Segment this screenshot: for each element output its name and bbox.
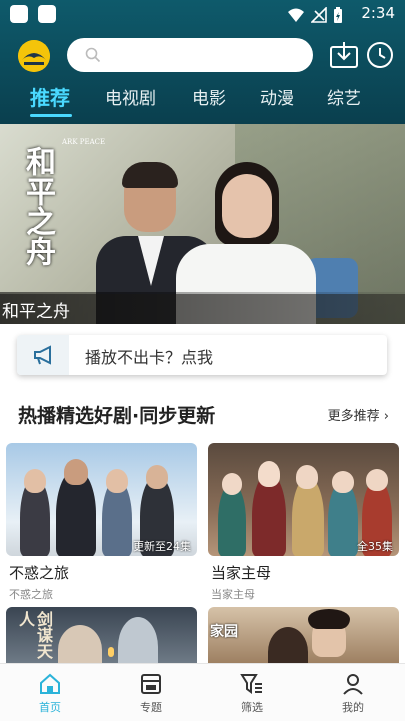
app-logo-icon[interactable] bbox=[18, 40, 50, 72]
banner-title-art: 和平之舟 bbox=[20, 146, 55, 266]
status-icons bbox=[287, 6, 343, 24]
drama-poster: 更新至24集 bbox=[6, 443, 197, 556]
banner-caption-bar: 和平之舟 bbox=[0, 292, 405, 324]
tab-profile-label: 我的 bbox=[342, 701, 364, 714]
poster-title-art: 家园 bbox=[210, 624, 238, 640]
drama-poster: 全35集 bbox=[208, 443, 399, 556]
download-icon bbox=[330, 42, 358, 68]
notification-icon bbox=[10, 5, 28, 23]
filter-icon bbox=[240, 674, 262, 694]
playback-help-notice[interactable]: 播放不出卡？点我 bbox=[17, 335, 387, 375]
drama-subtitle: 不惑之旅 bbox=[9, 588, 53, 601]
search-input[interactable] bbox=[67, 38, 313, 72]
poster-title-art: 剑谋天人 bbox=[16, 611, 53, 659]
no-signal-icon bbox=[311, 7, 327, 23]
battery-icon bbox=[334, 6, 342, 23]
notification-icon bbox=[38, 5, 56, 23]
category-tabs: 推荐 电视剧 电影 动漫 综艺 bbox=[0, 84, 405, 120]
tab-home-label: 首页 bbox=[39, 701, 61, 714]
megaphone-icon bbox=[34, 345, 51, 365]
episode-badge: 全35集 bbox=[357, 540, 393, 553]
history-clock-icon bbox=[367, 42, 393, 68]
section-title: 热播精选好剧·同步更新 bbox=[18, 405, 216, 427]
tab-topics-label: 专题 bbox=[140, 701, 162, 714]
drama-subtitle: 当家主母 bbox=[211, 588, 255, 601]
drama-card[interactable]: 更新至24集 不惑之旅 不惑之旅 bbox=[6, 443, 197, 603]
tab-indicator bbox=[30, 114, 72, 117]
download-button[interactable] bbox=[329, 40, 359, 70]
more-recommend-link[interactable]: 更多推荐 › bbox=[328, 405, 389, 424]
search-icon bbox=[85, 47, 101, 63]
tab-profile[interactable]: 我的 bbox=[313, 664, 393, 721]
bottom-tab-bar: 首页 专题 筛选 我的 bbox=[0, 663, 405, 721]
tab-home[interactable]: 首页 bbox=[10, 664, 90, 721]
profile-icon bbox=[343, 674, 363, 695]
drama-poster: 家园 bbox=[208, 607, 399, 663]
notice-text: 播放不出卡？点我 bbox=[85, 348, 214, 367]
tab-filter[interactable]: 筛选 bbox=[212, 664, 292, 721]
topic-icon bbox=[141, 674, 161, 694]
tab-anime[interactable]: 动漫 bbox=[260, 84, 294, 109]
status-bar: 2:34 bbox=[0, 0, 405, 30]
wifi-icon bbox=[288, 8, 304, 22]
tab-tv-series[interactable]: 电视剧 bbox=[105, 84, 156, 109]
banner-caption: 和平之舟 bbox=[2, 302, 70, 322]
featured-banner[interactable]: 和平之舟 ARK PEACE 和平之舟 bbox=[0, 124, 405, 324]
app-header: 2:34 推荐 电视剧 电影 动漫 综艺 bbox=[0, 0, 405, 124]
tab-movies[interactable]: 电影 bbox=[192, 84, 226, 109]
history-button[interactable] bbox=[365, 40, 395, 70]
home-icon bbox=[40, 673, 60, 694]
drama-card[interactable]: 家园 bbox=[208, 607, 399, 663]
drama-title: 当家主母 bbox=[211, 564, 272, 582]
episode-badge: 更新至24集 bbox=[133, 540, 191, 553]
clock-time: 2:34 bbox=[361, 4, 395, 22]
tab-recommend[interactable]: 推荐 bbox=[30, 82, 70, 111]
drama-card[interactable]: 全35集 当家主母 当家主母 bbox=[208, 443, 399, 603]
tab-filter-label: 筛选 bbox=[241, 701, 263, 714]
drama-card[interactable]: 剑谋天人 bbox=[6, 607, 197, 663]
drama-poster: 剑谋天人 bbox=[6, 607, 197, 663]
tab-topics[interactable]: 专题 bbox=[111, 664, 191, 721]
tab-variety[interactable]: 综艺 bbox=[327, 84, 361, 109]
drama-title: 不惑之旅 bbox=[9, 564, 70, 582]
banner-title-art-en: ARK PEACE bbox=[62, 138, 106, 146]
